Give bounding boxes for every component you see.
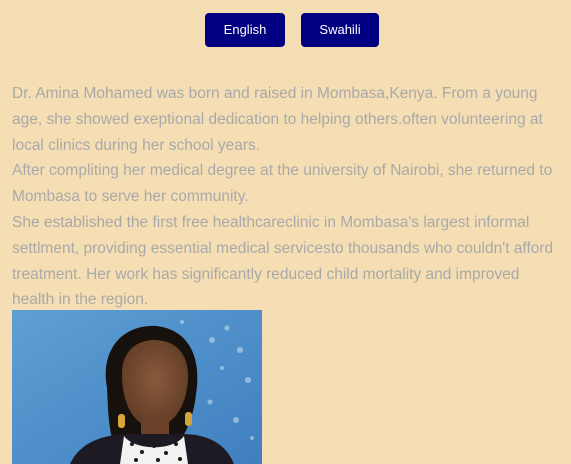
english-button[interactable]: English (205, 13, 285, 47)
bio-line: After compliting her medical degree at t… (12, 162, 553, 180)
swahili-button[interactable]: Swahili (301, 13, 379, 47)
bio-line: local clinics during her school years. (12, 136, 261, 154)
language-switcher: English Swahili (0, 13, 571, 47)
bio-line: She established the first free healthcar… (12, 213, 530, 231)
bio-line: treatment. Her work has significantly re… (12, 265, 520, 283)
biography-text: Dr. Amina Mohamed was born and raised in… (12, 81, 571, 313)
bio-line: age, she showed exeptional dedication to… (12, 110, 543, 128)
portrait-photo (12, 310, 262, 464)
bio-line: settlment, providing essential medical s… (12, 239, 554, 257)
bio-line: Mombasa to serve her community. (12, 188, 249, 206)
bio-line: Dr. Amina Mohamed was born and raised in… (12, 85, 538, 102)
